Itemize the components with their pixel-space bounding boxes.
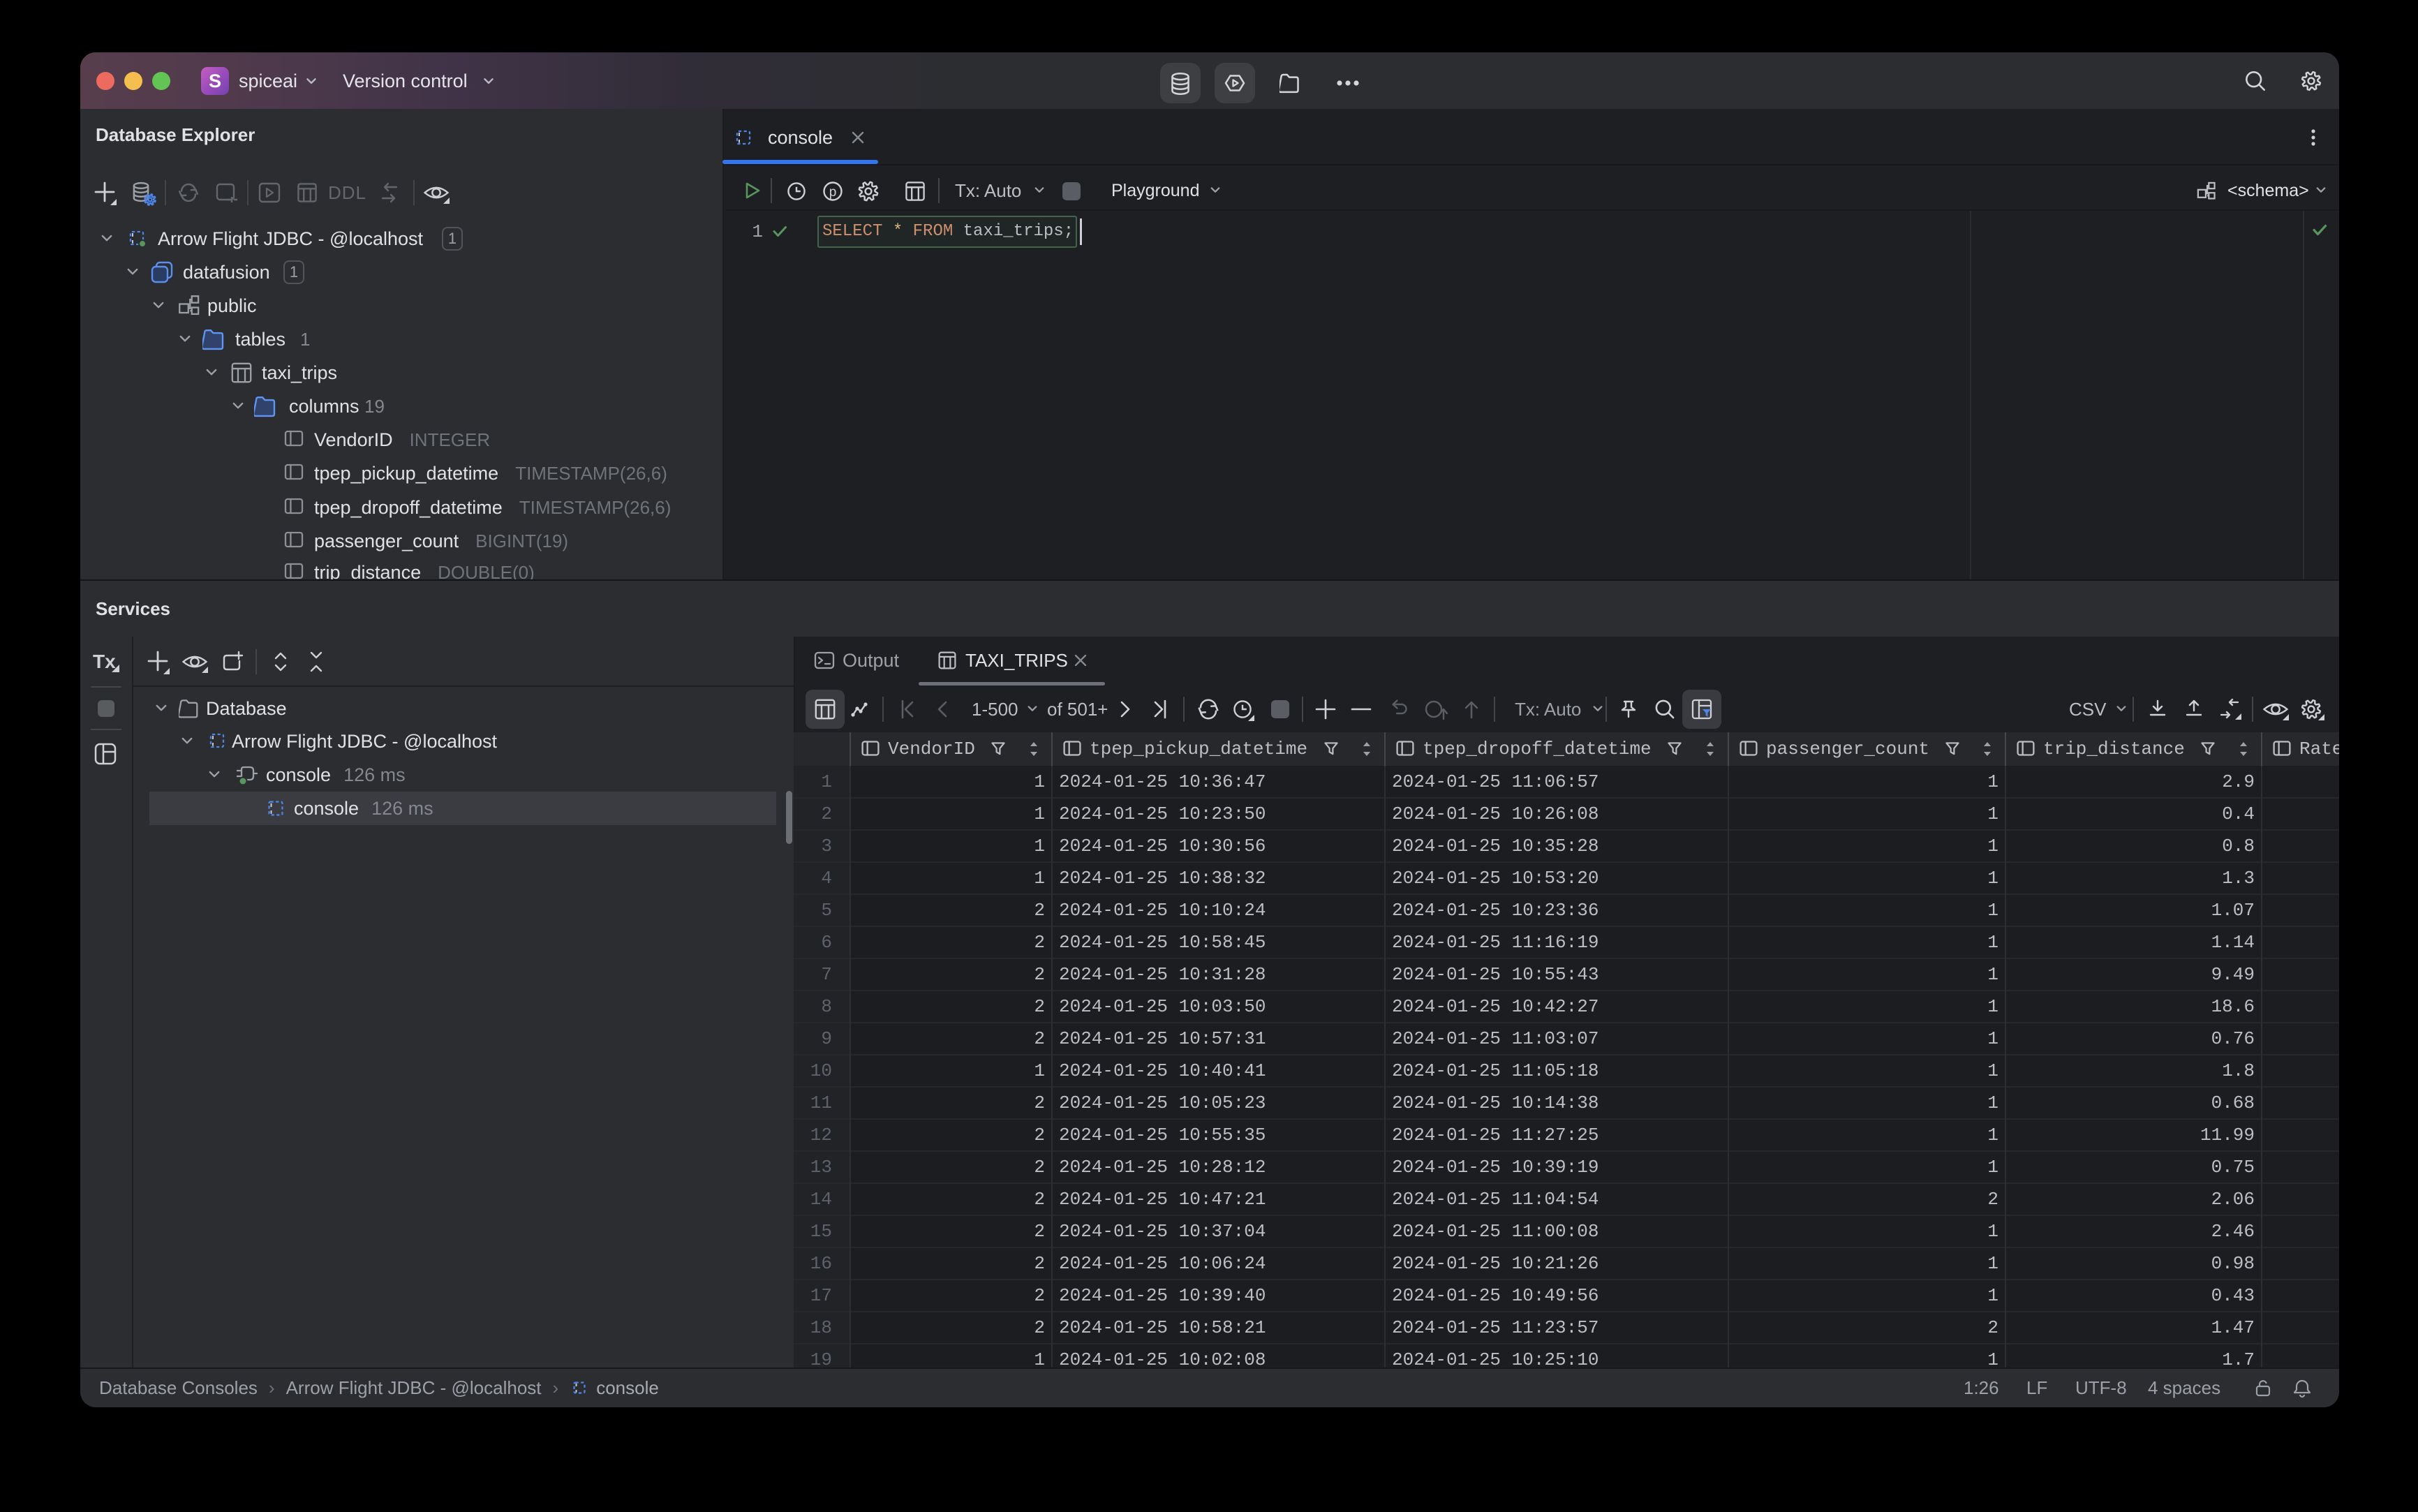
svg-text:p: p <box>829 185 837 200</box>
